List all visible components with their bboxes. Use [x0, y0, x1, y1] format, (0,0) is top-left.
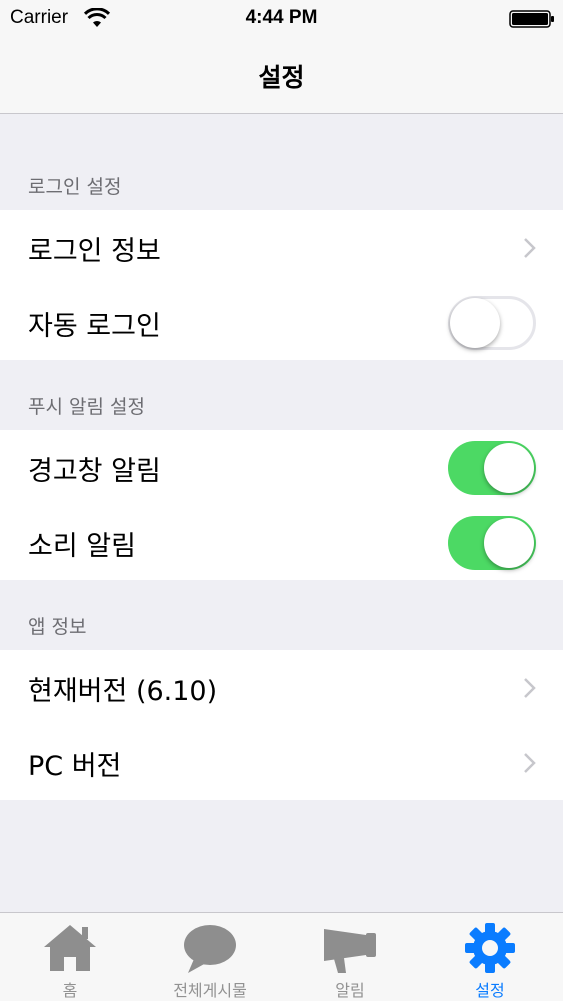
tab-label: 알림: [335, 981, 365, 1000]
row-label: 현재버전 (6.10): [28, 676, 218, 707]
toggle-knob: [484, 443, 534, 493]
section-header-app-info: 앱 정보: [28, 616, 87, 638]
section-header-login: 로그인 설정: [28, 176, 122, 198]
settings-group-push: 경고창 알림 소리 알림: [0, 430, 563, 580]
navigation-bar: 설정: [0, 38, 563, 114]
row-auto-login: 자동 로그인: [0, 285, 563, 360]
page-title: 설정: [258, 63, 305, 92]
battery-icon: [509, 10, 554, 28]
row-label: 로그인 정보: [28, 236, 161, 267]
settings-group-app-info: 현재버전 (6.10) PC 버전: [0, 650, 563, 800]
row-label: PC 버전: [28, 751, 122, 782]
tab-settings[interactable]: 설정: [420, 913, 560, 1001]
chevron-right-icon: [524, 678, 536, 698]
row-pc-version[interactable]: PC 버전: [0, 725, 563, 800]
home-icon: [44, 925, 96, 971]
tab-label: 설정: [475, 981, 505, 1000]
tab-all-posts[interactable]: 전체게시물: [140, 913, 280, 1001]
settings-group-login: 로그인 정보 자동 로그인: [0, 210, 563, 360]
alert-notification-toggle[interactable]: [448, 441, 536, 495]
row-label: 자동 로그인: [28, 311, 161, 342]
toggle-knob: [450, 298, 500, 348]
toggle-knob: [484, 518, 534, 568]
sound-notification-toggle[interactable]: [448, 516, 536, 570]
speech-bubble-icon: [184, 925, 236, 973]
tab-label: 전체게시물: [173, 981, 247, 1000]
row-login-info[interactable]: 로그인 정보: [0, 210, 563, 285]
tab-label: 홈: [62, 981, 78, 1000]
megaphone-icon: [324, 929, 376, 973]
status-bar: Carrier 4:44 PM: [0, 0, 563, 38]
row-alert-notification: 경고창 알림: [0, 430, 563, 505]
gear-icon: [465, 923, 515, 973]
status-time: 4:44 PM: [245, 7, 318, 28]
row-label: 경고창 알림: [28, 456, 161, 487]
row-sound-notification: 소리 알림: [0, 505, 563, 580]
chevron-right-icon: [524, 238, 536, 258]
row-label: 소리 알림: [28, 531, 136, 562]
tab-bar: 홈 전체게시물 알림 설정: [0, 912, 563, 1001]
tab-home[interactable]: 홈: [0, 913, 140, 1001]
row-current-version[interactable]: 현재버전 (6.10): [0, 650, 563, 725]
section-header-push: 푸시 알림 설정: [28, 396, 145, 418]
auto-login-toggle[interactable]: [448, 296, 536, 350]
chevron-right-icon: [524, 753, 536, 773]
tab-notifications[interactable]: 알림: [280, 913, 420, 1001]
